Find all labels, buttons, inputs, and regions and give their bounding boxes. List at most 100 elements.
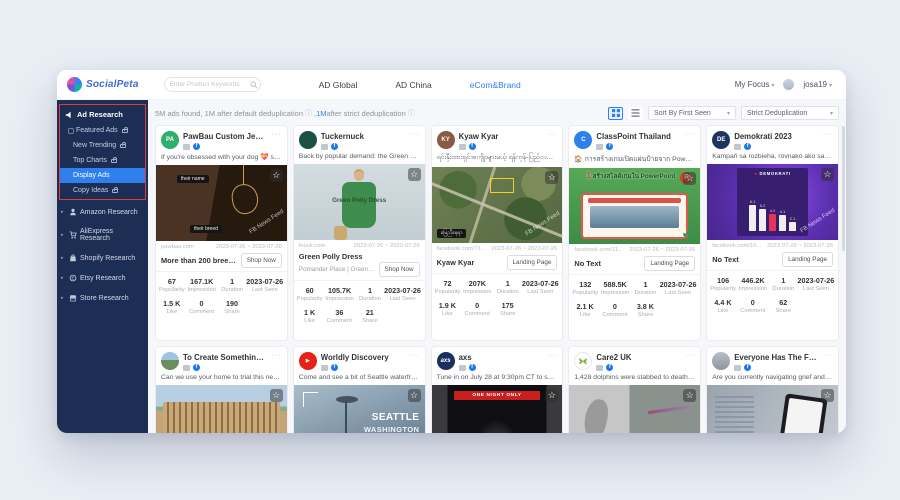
ad-creative-image[interactable]: ☆ xyxy=(156,385,287,433)
display-network-icon xyxy=(321,365,328,371)
advertiser-name[interactable]: axs xyxy=(459,352,544,362)
user-avatar[interactable] xyxy=(783,79,794,90)
info-icon[interactable]: ⓘ xyxy=(408,108,415,118)
advertiser-name[interactable]: PawBau Custom Jewelry xyxy=(183,131,268,141)
advertiser-avatar[interactable]: axs xyxy=(437,352,455,370)
advertiser-avatar[interactable]: PA xyxy=(161,131,179,149)
card-more-menu[interactable]: ··· xyxy=(410,131,420,138)
ad-creative-image[interactable]: မြေညီနေရာ FB News Feed ☆ xyxy=(432,167,563,243)
nav-ad-global[interactable]: AD Global xyxy=(319,80,358,90)
advertiser-avatar[interactable] xyxy=(161,352,179,370)
card-more-menu[interactable]: ··· xyxy=(685,352,695,359)
landing-page-button[interactable]: Landing Page xyxy=(782,252,833,267)
advertiser-domain[interactable]: facebook.com/10... xyxy=(712,243,761,249)
grid-view-button[interactable] xyxy=(608,107,623,120)
storefront-icon xyxy=(69,294,77,302)
advertiser-name[interactable]: Worldly Discovery xyxy=(321,352,406,362)
favorite-star-icon[interactable]: ☆ xyxy=(408,168,421,181)
advertiser-name[interactable]: Tuckernuck xyxy=(321,131,406,141)
search-input[interactable] xyxy=(170,81,250,88)
scrollbar[interactable] xyxy=(842,126,845,251)
advertiser-avatar[interactable]: ▶ xyxy=(299,352,317,370)
date-range: 2023-07-26 ~ 2023-07-26 xyxy=(629,247,695,253)
sidebar-item-shopify-research[interactable]: ▸ Shopify Research xyxy=(57,248,148,268)
advertiser-domain[interactable]: facebook.com/11... xyxy=(574,247,623,253)
sidebar-item-featured-ads[interactable]: Featured Ads xyxy=(60,123,145,138)
advertiser-avatar[interactable] xyxy=(712,352,730,370)
advertiser-domain[interactable]: pawbau.com xyxy=(161,244,194,250)
advertiser-name[interactable]: To Create Something Exceptio... xyxy=(183,352,268,362)
landing-page-button[interactable]: Landing Page xyxy=(507,255,558,270)
sidebar-item-aliexpress-research[interactable]: ▸ AliExpress Research xyxy=(57,222,148,248)
advertiser-avatar[interactable] xyxy=(299,131,317,149)
sort-dropdown[interactable]: Sort By First Seen▾ xyxy=(648,106,736,120)
favorite-star-icon[interactable]: ☆ xyxy=(683,172,696,185)
image-brand-label: DEMOKRATI xyxy=(737,171,808,176)
landing-page-button[interactable]: Landing Page xyxy=(644,256,695,271)
ad-creative-image[interactable]: SEATTLE WASHINGTON ☆ xyxy=(294,385,425,433)
advertiser-avatar[interactable]: KY xyxy=(437,131,455,149)
card-more-menu[interactable]: ··· xyxy=(823,352,833,359)
info-icon[interactable]: ⓘ xyxy=(305,108,312,118)
card-more-menu[interactable]: ··· xyxy=(685,131,695,138)
strict-dedup-count-link[interactable]: 1M xyxy=(316,109,326,118)
ad-text: Back by popular demand: the Green Polly … xyxy=(294,150,425,164)
favorite-star-icon[interactable]: ☆ xyxy=(683,389,696,402)
my-focus-menu[interactable]: My Focus▾ xyxy=(735,80,775,89)
advertiser-domain[interactable]: facebook.com/?10... xyxy=(437,246,488,252)
favorite-star-icon[interactable]: ☆ xyxy=(270,389,283,402)
favorite-star-icon[interactable]: ☆ xyxy=(270,169,283,182)
nav-ecom-brand[interactable]: eCom&Brand xyxy=(470,80,521,90)
card-more-menu[interactable]: ··· xyxy=(547,131,557,138)
advertiser-avatar[interactable]: C xyxy=(574,131,592,149)
user-menu[interactable]: josa19▾ xyxy=(803,80,832,89)
sidebar-item-ad-research[interactable]: Ad Research xyxy=(60,105,145,123)
stat-share: 175 xyxy=(494,301,521,310)
favorite-star-icon[interactable]: ☆ xyxy=(821,168,834,181)
nav-ad-china[interactable]: AD China xyxy=(395,80,431,90)
advertiser-avatar[interactable]: DE xyxy=(712,131,730,149)
ad-creative-image[interactable]: ☆ xyxy=(707,385,838,433)
list-view-button[interactable] xyxy=(628,107,643,120)
ad-card: Care2 UK f ··· 1,428 dolphins were stabb… xyxy=(568,346,701,433)
advertiser-avatar[interactable] xyxy=(574,352,592,370)
shop-now-button[interactable]: Shop Now xyxy=(379,262,420,277)
sidebar-item-etsy-research[interactable]: ▸ E Etsy Research xyxy=(57,268,148,288)
product-keyword-search[interactable] xyxy=(164,77,261,92)
image-label: their breed xyxy=(190,225,222,233)
top-bar: SocialPeta AD Global AD China eCom&Brand… xyxy=(57,70,846,100)
advertiser-name[interactable]: Demokrati 2023 xyxy=(734,131,819,141)
ad-creative-image[interactable]: ☆ xyxy=(569,385,700,433)
favorite-star-icon[interactable]: ☆ xyxy=(821,389,834,402)
advertiser-name[interactable]: Care2 UK xyxy=(596,352,681,362)
card-more-menu[interactable]: ··· xyxy=(823,131,833,138)
advertiser-name[interactable]: Kyaw Kyar xyxy=(459,131,544,141)
advertiser-name[interactable]: Everyone Has The Freedom To... xyxy=(734,352,819,362)
sidebar-item-new-trending[interactable]: New Trending xyxy=(60,138,145,153)
sidebar-item-amazon-research[interactable]: ▸ Amazon Research xyxy=(57,202,148,222)
card-more-menu[interactable]: ··· xyxy=(547,352,557,359)
ad-creative-image[interactable]: their name their breed FB News Feed ☆ xyxy=(156,165,287,241)
card-more-menu[interactable]: ··· xyxy=(410,352,420,359)
sidebar-item-top-charts[interactable]: Top Charts xyxy=(60,153,145,168)
stat-duration: 1 xyxy=(494,279,521,288)
sidebar-item-store-research[interactable]: ▸ Store Research xyxy=(57,288,148,308)
favorite-star-icon[interactable]: ☆ xyxy=(545,171,558,184)
shop-now-button[interactable]: Shop Now xyxy=(241,253,282,268)
favorite-star-icon[interactable]: ☆ xyxy=(545,389,558,402)
card-more-menu[interactable]: ··· xyxy=(272,352,282,359)
ad-creative-image[interactable]: 1 สร้างสไลด์เกมใน PowerPoint P ✓ ☆ xyxy=(569,168,700,244)
ad-card: Tuckernuck f ··· Back by popular demand:… xyxy=(293,125,426,341)
ad-creative-image[interactable]: Green Polly Dress ☆ xyxy=(294,164,425,240)
ad-creative-image[interactable]: ONE NIGHT ONLY ☆ xyxy=(432,385,563,433)
sidebar-item-display-ads[interactable]: Display Ads xyxy=(60,168,145,183)
card-more-menu[interactable]: ··· xyxy=(272,131,282,138)
advertiser-name[interactable]: ClassPoint Thailand xyxy=(596,131,681,141)
socialpeta-logo[interactable]: SocialPeta xyxy=(67,77,139,92)
grid-view-icon xyxy=(612,109,620,117)
favorite-star-icon[interactable]: ☆ xyxy=(408,389,421,402)
ad-creative-image[interactable]: DEMOKRATI 6.15.24.24.12.1 FB News Feed ☆ xyxy=(707,164,838,240)
sidebar-item-copy-ideas[interactable]: Copy Ideas xyxy=(60,183,145,198)
deduplication-dropdown[interactable]: Strict Deduplication▾ xyxy=(741,106,839,120)
advertiser-domain[interactable]: tnuck.com xyxy=(299,243,325,249)
